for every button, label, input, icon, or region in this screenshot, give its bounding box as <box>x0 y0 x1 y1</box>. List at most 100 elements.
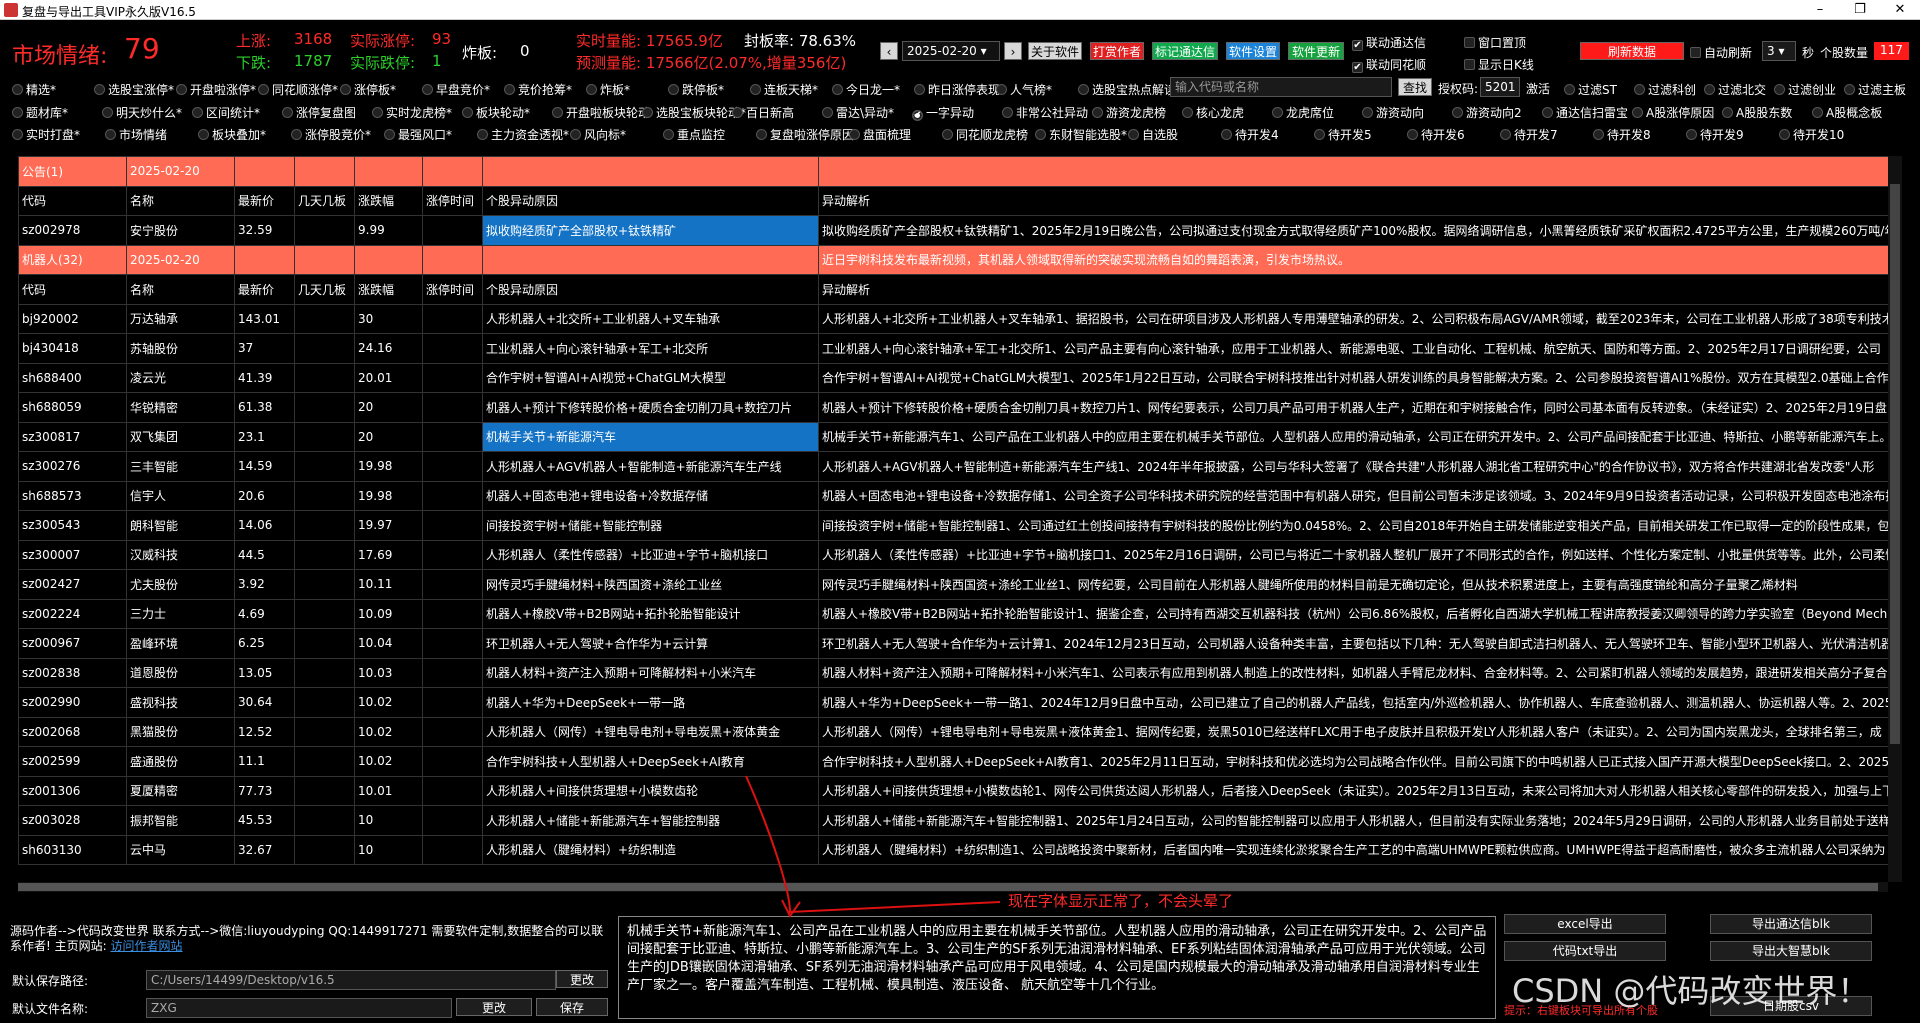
row3-option-7[interactable]: 重点监控 <box>663 126 725 143</box>
table-cell[interactable]: 77.73 <box>234 775 295 806</box>
group-cell[interactable] <box>354 156 423 187</box>
row2-option-15[interactable]: 游资动向 <box>1362 104 1424 121</box>
export-txt-button[interactable]: 代码txt导出 <box>1504 941 1666 961</box>
row3-option-3[interactable]: 涨停股竞价* <box>291 126 371 143</box>
row1-option-1[interactable]: 选股宝涨停* <box>94 81 174 98</box>
table-cell[interactable] <box>294 333 355 364</box>
author-link[interactable]: 访问作者网站 <box>111 939 183 953</box>
row2-option-1[interactable]: 明天炒什么* <box>102 104 182 121</box>
group-cell[interactable] <box>422 244 483 275</box>
row2-option-6[interactable]: 开盘啦板块轮动 <box>552 104 650 121</box>
row2-option-20[interactable]: A股概念板 <box>1812 104 1882 121</box>
row1r-option-2[interactable]: 过滤北交 <box>1704 81 1766 98</box>
close-icon[interactable]: ✕ <box>1880 0 1920 20</box>
table-row[interactable]: sz300543 朗科智能 14.06 19.97 间接投资宇树+储能+智能控制器 间接投… <box>18 510 1888 541</box>
table-cell[interactable]: 工业机器人+向心滚针轴承+军工+北交所 <box>482 333 819 364</box>
group-cell[interactable]: 近日宇树科技发布最新视频，其机器人领域取得新的突破实现流畅自如的舞蹈表演，引发市… <box>818 244 1888 275</box>
table-cell[interactable] <box>422 215 483 246</box>
table-cell[interactable] <box>422 362 483 393</box>
table-cell[interactable]: 机器人+固态电池+锂电设备+冷数据存储 <box>482 480 819 511</box>
group-cell[interactable] <box>234 244 295 275</box>
table-row[interactable]: sz002990 盛视科技 30.64 10.02 机器人+华为+DeepSeek+一带… <box>18 687 1888 718</box>
table-cell[interactable]: 夏厦精密 <box>126 775 235 806</box>
table-cell[interactable]: 万达轴承 <box>126 303 235 334</box>
table-cell[interactable] <box>422 598 483 629</box>
table-cell[interactable]: 振邦智能 <box>126 805 235 836</box>
column-header[interactable]: 个股异动原因 <box>482 274 819 305</box>
table-cell[interactable]: 云中马 <box>126 834 235 865</box>
group-cell[interactable] <box>294 156 355 187</box>
update-button[interactable]: 软件更新 <box>1288 42 1344 60</box>
group-cell[interactable] <box>422 156 483 187</box>
column-header[interactable]: 代码 <box>18 274 127 305</box>
table-cell[interactable]: 网传灵巧手腱绳材料+陕西国资+涤纶工业丝 <box>482 569 819 600</box>
table-cell[interactable]: 机械手关节+新能源汽车 <box>482 421 819 452</box>
row1r-option-3[interactable]: 过滤创业 <box>1774 81 1836 98</box>
table-cell[interactable]: 信宇人 <box>126 480 235 511</box>
table-cell[interactable]: 间接投资宇树+储能+智能控制器1、公司通过红土创投间接持有宇树科技的股份比例约为… <box>818 510 1888 541</box>
column-header[interactable]: 最新价 <box>234 185 295 216</box>
group-cell[interactable] <box>482 244 819 275</box>
table-cell[interactable]: sz002224 <box>18 598 127 629</box>
table-cell[interactable]: 13.05 <box>234 657 295 688</box>
table-cell[interactable]: 盛视科技 <box>126 687 235 718</box>
table-cell[interactable]: 拟收购经质矿产全部股权+钛铁精矿 <box>482 215 819 246</box>
table-cell[interactable]: sz002990 <box>18 687 127 718</box>
row2-option-13[interactable]: 核心龙虎 <box>1182 104 1244 121</box>
column-header[interactable]: 代码 <box>18 185 127 216</box>
table-cell[interactable]: 19.98 <box>354 451 423 482</box>
table-row[interactable]: sz002068 黑猫股份 12.52 10.02 人形机器人（网传）+锂电导电剂+导电… <box>18 716 1888 747</box>
table-cell[interactable] <box>422 628 483 659</box>
table-cell[interactable] <box>294 510 355 541</box>
table-cell[interactable] <box>422 805 483 836</box>
table-row[interactable]: sz300276 三丰智能 14.59 19.98 人形机器人+AGV机器人+智能制造+… <box>18 451 1888 482</box>
row3-option-8[interactable]: 复盘啦涨停原因 <box>756 126 854 143</box>
row1-option-3[interactable]: 同花顺涨停* <box>258 81 338 98</box>
table-cell[interactable]: 20.6 <box>234 480 295 511</box>
table-cell[interactable]: 3.92 <box>234 569 295 600</box>
save-button[interactable]: 保存 <box>536 998 608 1016</box>
table-cell[interactable]: 人形机器人（柔性传感器）+比亚迪+字节+脑机接口 <box>482 539 819 570</box>
table-cell[interactable]: 间接投资宇树+储能+智能控制器 <box>482 510 819 541</box>
sync-tdx-checkbox[interactable]: 联动通达信 <box>1352 34 1426 51</box>
table-cell[interactable] <box>422 451 483 482</box>
table-cell[interactable]: 合作宇树+智谱AI+AI视觉+ChatGLM大模型 <box>482 362 819 393</box>
row2-option-18[interactable]: A股涨停原因 <box>1632 104 1714 121</box>
row3-option-18[interactable]: 待开发9 <box>1686 126 1744 143</box>
group-cell[interactable]: 2025-02-20 <box>126 156 235 187</box>
table-cell[interactable]: 9.99 <box>354 215 423 246</box>
table-cell[interactable] <box>422 333 483 364</box>
group-row[interactable]: 机器人(32) 2025-02-20 近日宇树科技发布最新视频，其机器人领域取得新的… <box>18 244 1888 275</box>
row3-option-15[interactable]: 待开发6 <box>1407 126 1465 143</box>
column-header[interactable]: 涨停时间 <box>422 185 483 216</box>
table-cell[interactable]: sh603130 <box>18 834 127 865</box>
show-kline-checkbox[interactable]: 显示日K线 <box>1464 56 1534 73</box>
table-row[interactable]: bj430418 苏轴股份 37 24.16 工业机器人+向心滚针轴承+军工+北交所 工业… <box>18 333 1888 364</box>
table-cell[interactable]: 10.04 <box>354 628 423 659</box>
table-cell[interactable]: 11.1 <box>234 746 295 777</box>
table-cell[interactable] <box>422 421 483 452</box>
table-cell[interactable]: 19.97 <box>354 510 423 541</box>
row3-option-5[interactable]: 主力资金透视* <box>477 126 569 143</box>
table-cell[interactable] <box>294 569 355 600</box>
table-cell[interactable]: 机器人+橡胶V带+B2B网站+拓扑轮胎智能设计1、据鉴企查，公司持有西湖交互机器… <box>818 598 1888 629</box>
column-header[interactable]: 涨停时间 <box>422 274 483 305</box>
search-input[interactable]: 输入代码或名称 <box>1170 77 1392 97</box>
row3-option-11[interactable]: 东财智能选股* <box>1035 126 1127 143</box>
column-header[interactable]: 个股异动原因 <box>482 185 819 216</box>
row3-option-19[interactable]: 待开发10 <box>1779 126 1844 143</box>
row1r-option-0[interactable]: 过滤ST <box>1564 81 1617 98</box>
table-cell[interactable]: 黑猫股份 <box>126 716 235 747</box>
row3-option-6[interactable]: 风向标* <box>570 126 626 143</box>
table-cell[interactable]: 人形机器人+AGV机器人+智能制造+新能源汽车生产线1、2024年半年报披露，公… <box>818 451 1888 482</box>
row2-option-14[interactable]: 龙虎席位 <box>1272 104 1334 121</box>
table-cell[interactable]: 机械手关节+新能源汽车1、公司产品在工业机器人中的应用主要在机械手关节部位。人型… <box>818 421 1888 452</box>
table-cell[interactable]: 10.03 <box>354 657 423 688</box>
table-cell[interactable]: 20 <box>354 392 423 423</box>
table-cell[interactable]: 6.25 <box>234 628 295 659</box>
table-cell[interactable] <box>422 510 483 541</box>
table-row[interactable]: bj920002 万达轴承 143.01 30 人形机器人+北交所+工业机器人+叉车轴承… <box>18 303 1888 334</box>
row3-option-16[interactable]: 待开发7 <box>1500 126 1558 143</box>
settings-button[interactable]: 软件设置 <box>1226 42 1280 60</box>
table-cell[interactable]: 10.09 <box>354 598 423 629</box>
